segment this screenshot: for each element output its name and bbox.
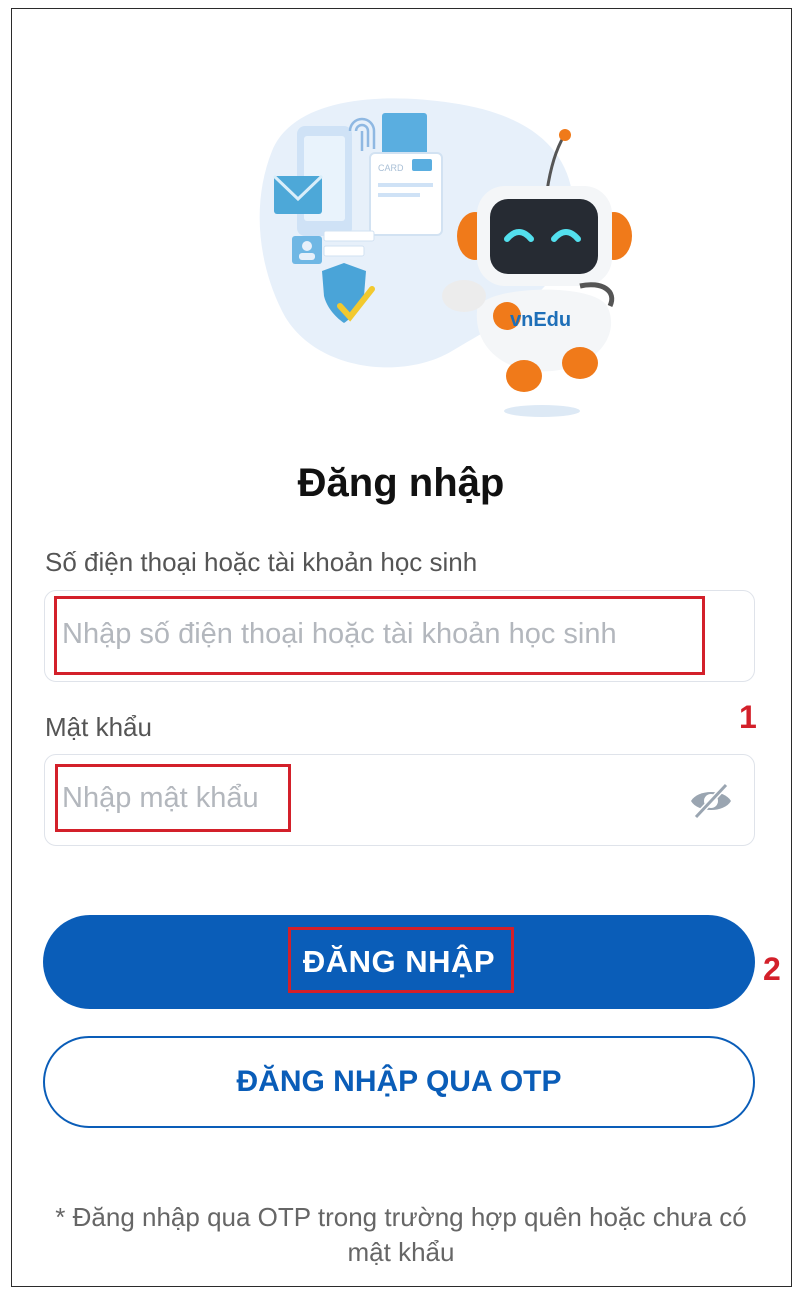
highlight-account-box	[54, 596, 705, 675]
step-marker-1: 1	[739, 699, 757, 735]
page-title: Đăng nhập	[297, 461, 505, 505]
password-label: Mật khẩu	[45, 712, 152, 742]
robot-brand-text: vnEdu	[510, 309, 571, 331]
highlight-login-button	[288, 927, 514, 993]
login-illustration: CARD vnEdu	[259, 98, 632, 417]
highlight-password-box	[55, 764, 291, 832]
step-marker-2: 2	[763, 951, 781, 987]
app-screen: CARD vnEdu Đăng nhập Số điện thoại hoặc …	[11, 8, 792, 1287]
eye-slash-icon[interactable]	[688, 781, 734, 821]
otp-note: * Đăng nhập qua OTP trong trường hợp quê…	[55, 1202, 747, 1268]
otp-login-button[interactable]: ĐĂNG NHẬP QUA OTP	[43, 1036, 755, 1128]
card-text: CARD	[378, 163, 404, 173]
account-label: Số điện thoại hoặc tài khoản học sinh	[45, 547, 478, 577]
